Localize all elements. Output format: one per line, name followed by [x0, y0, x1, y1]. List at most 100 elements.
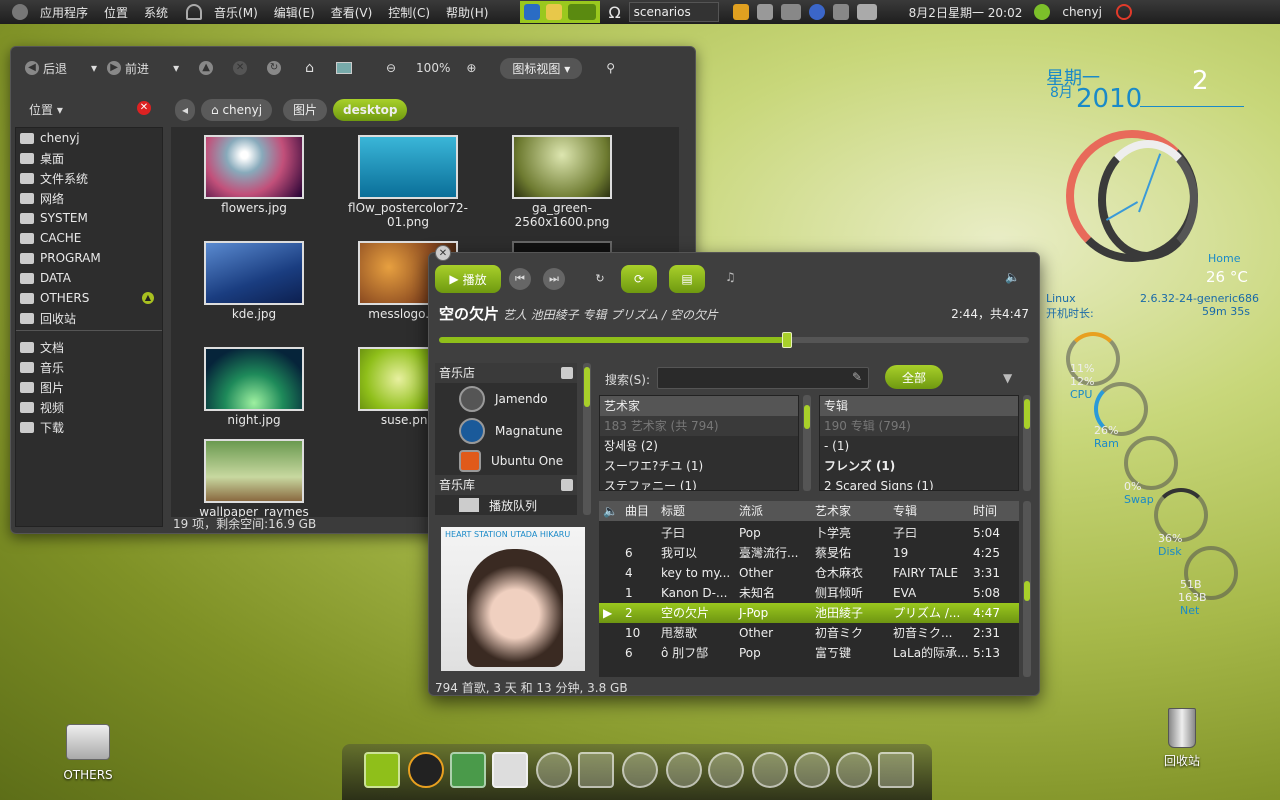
tray-penguin-icon[interactable] [732, 4, 749, 20]
view-mode-select[interactable]: 图标视图 ▾ [500, 57, 583, 79]
steering-wheel-icon[interactable] [794, 752, 830, 788]
progress-slider[interactable] [439, 332, 1029, 348]
back-dropdown-icon[interactable]: ▾ [91, 61, 97, 75]
volume-icon[interactable] [832, 4, 849, 20]
breadcrumb-home[interactable]: ⌂ chenyj [201, 99, 273, 121]
browse-button[interactable]: ▤ [669, 265, 705, 293]
library-section-header[interactable]: 音乐库 [435, 475, 577, 495]
bird-icon[interactable] [836, 752, 872, 788]
menu-applications[interactable]: 应用程序 [32, 4, 96, 21]
menu-music[interactable]: 音乐(M) [206, 4, 266, 21]
sidebar-item-documents[interactable]: 文档 [16, 337, 162, 357]
previous-icon[interactable]: ⏮ [509, 268, 531, 290]
shuffle-button[interactable]: ⟳ [621, 265, 657, 293]
sidebar-item-cache[interactable]: CACHE [16, 228, 162, 248]
close-sidebar-icon[interactable]: ✕ [137, 101, 151, 115]
col-time[interactable]: 时间 [969, 501, 1019, 521]
file-item[interactable]: flOw_postercolor72-01.png [343, 127, 473, 229]
chat-icon[interactable] [666, 752, 702, 788]
search-icon[interactable]: ⚲ [606, 61, 615, 75]
album-row[interactable]: 190 专辑 (794) [820, 416, 1018, 436]
sidebar-item-home[interactable]: chenyj [16, 128, 162, 148]
menu-control[interactable]: 控制(C) [380, 4, 438, 21]
artist-row[interactable]: 장세용 (2) [600, 436, 798, 456]
sidebar-item-others[interactable]: OTHERS ▲ [16, 288, 162, 308]
progress-handle[interactable] [782, 332, 793, 348]
panel-username[interactable]: chenyj [1054, 5, 1110, 19]
sidebar-item-filesystem[interactable]: 文件系统 [16, 168, 162, 188]
col-album[interactable]: 专辑 [889, 501, 969, 521]
track-row[interactable]: 6 我可以 臺灣流行... 蔡旻佑 19 4:25 [599, 543, 1019, 563]
music-search-input[interactable]: ✎ [657, 367, 869, 389]
store-section-header[interactable]: 音乐店 [435, 363, 577, 383]
file-item[interactable]: night.jpg [189, 339, 319, 427]
ubuntu-logo-icon[interactable] [12, 4, 28, 20]
source-play-queue[interactable]: 播放队列 [435, 495, 577, 515]
menu-view[interactable]: 查看(V) [323, 4, 381, 21]
source-ubuntu-one[interactable]: Ubuntu One [435, 447, 577, 475]
sidebar-item-videos[interactable]: 视频 [16, 397, 162, 417]
panel-clock[interactable]: 8月2日星期一 20:02 [901, 4, 1031, 21]
album-row[interactable]: - (1) [820, 436, 1018, 456]
computer-icon[interactable] [335, 62, 352, 74]
track-row[interactable]: 6 ô 刖フ郜 Pop 富ㄎ键 LaLa的际承... 5:13 [599, 643, 1019, 663]
sidebar-item-music[interactable]: 音乐 [16, 357, 162, 377]
reload-icon[interactable]: ↻ [267, 61, 282, 75]
network-globe-icon[interactable] [752, 752, 788, 788]
source-magnatune[interactable]: Magnatune [435, 415, 577, 447]
zoom-in-icon[interactable]: ⊕ [466, 61, 476, 75]
sidebar-item-desktop[interactable]: 桌面 [16, 148, 162, 168]
album-row[interactable]: 2 Scared Signs (1) [820, 476, 1018, 490]
source-scrollbar[interactable] [583, 363, 591, 515]
desktop-drive-others[interactable]: OTHERS [56, 724, 120, 782]
anchor-icon[interactable] [364, 752, 400, 788]
tray-mail-icon[interactable] [856, 4, 877, 20]
workspace-task-icon[interactable] [568, 4, 597, 20]
power-icon[interactable] [1115, 4, 1132, 20]
sidebar-item-downloads[interactable]: 下载 [16, 417, 162, 437]
collapse-icon[interactable] [561, 367, 573, 379]
stop-icon[interactable]: ✕ [233, 61, 248, 75]
menu-help[interactable]: 帮助(H) [438, 4, 496, 21]
tray-windows-icon[interactable] [756, 4, 773, 20]
zoom-out-icon[interactable]: ⊖ [386, 61, 396, 75]
track-row[interactable]: ▶ 2 空の欠片 J-Pop 池田綾子 プリズム /... 4:47 [599, 603, 1019, 623]
next-icon[interactable]: ⏭ [543, 268, 565, 290]
all-button[interactable]: 全部 [885, 365, 943, 389]
col-status-icon[interactable]: 🔈 [599, 501, 621, 521]
chrome-icon[interactable] [536, 752, 572, 788]
file-item[interactable]: ga_green-2560x1600.png [497, 127, 627, 229]
menu-places[interactable]: 位置 [96, 4, 136, 21]
exe-icon[interactable] [492, 752, 528, 788]
eject-icon[interactable]: ▲ [142, 292, 154, 304]
pdf-reader-icon[interactable] [878, 752, 914, 788]
menu-system[interactable]: 系统 [136, 4, 176, 21]
track-scrollbar[interactable] [1023, 501, 1031, 677]
col-title[interactable]: 标题 [657, 501, 735, 521]
track-row[interactable]: 子曰 Pop 卜学亮 子曰 5:04 [599, 523, 1019, 543]
home-icon[interactable]: ⌂ [305, 60, 314, 76]
music-note-icon[interactable]: ♫ [725, 270, 736, 284]
tray-headset-icon[interactable] [808, 4, 825, 20]
album-row[interactable]: フレンズ (1) [820, 456, 1018, 476]
artist-row[interactable]: 183 艺术家 (共 794) [600, 416, 798, 436]
file-item[interactable]: flowers.jpg [189, 127, 319, 215]
desktop-trash[interactable]: 回收站 [1150, 708, 1214, 769]
forward-button[interactable]: ▶ 前进 [107, 60, 149, 77]
source-jamendo[interactable]: Jamendo [435, 383, 577, 415]
artist-row[interactable]: スーワエ?チユ (1) [600, 456, 798, 476]
game-icon[interactable] [450, 752, 486, 788]
play-button[interactable]: ▶ 播放 [435, 265, 501, 293]
up-icon[interactable]: ▲ [199, 61, 214, 75]
artist-header[interactable]: 艺术家 [600, 396, 798, 416]
sidebar-item-program[interactable]: PROGRAM [16, 248, 162, 268]
document-task-icon[interactable] [546, 4, 563, 20]
bubble-icon[interactable] [708, 752, 744, 788]
collapse-icon[interactable] [561, 479, 573, 491]
clear-search-icon[interactable]: ✎ [852, 370, 862, 384]
track-row[interactable]: 4 key to my... Other 仓木麻衣 FAIRY TALE 3:31 [599, 563, 1019, 583]
terminal-icon[interactable] [578, 752, 614, 788]
menu-edit[interactable]: 编辑(E) [266, 4, 323, 21]
col-artist[interactable]: 艺术家 [811, 501, 889, 521]
col-track-no[interactable]: 曲目 [621, 501, 657, 521]
